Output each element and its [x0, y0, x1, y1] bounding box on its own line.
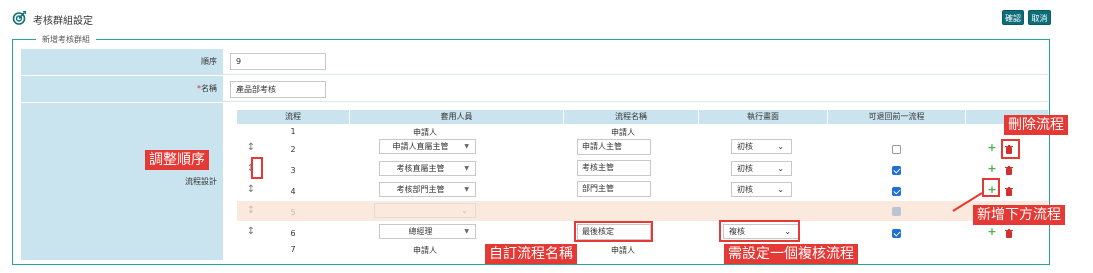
plus-icon[interactable]: +	[987, 225, 997, 238]
caret-down-icon: ▼	[464, 186, 469, 193]
return-checkbox[interactable]	[892, 187, 901, 196]
name-highlight-box	[574, 221, 653, 242]
drag-highlight-box	[251, 157, 263, 179]
person-text: 申請人	[413, 128, 437, 137]
th-person: 套用人員	[350, 110, 563, 124]
person-select: ⌄	[374, 203, 476, 218]
caret-down-icon: ▼	[464, 165, 469, 172]
flow-name-input[interactable]: 申請人主管	[577, 139, 651, 155]
person-select[interactable]: 總經理 ▼	[379, 224, 476, 239]
screen-select[interactable]: 初核 ⌄	[731, 182, 792, 197]
annotation-review: 需設定一個複核流程	[724, 244, 858, 264]
step-no: 4	[290, 187, 296, 196]
cancel-button[interactable]: 取消	[1028, 10, 1051, 25]
flow-name-text: 申請人	[611, 246, 635, 255]
return-checkbox[interactable]	[892, 229, 901, 238]
trash-icon[interactable]	[1005, 229, 1013, 238]
plus-icon[interactable]: +	[987, 162, 997, 175]
step-no: 6	[290, 229, 296, 238]
chevron-down-icon: ⌄	[777, 142, 784, 151]
person-select[interactable]: 考核部門主管 ▼	[379, 182, 476, 197]
person-text: 申請人	[413, 246, 437, 255]
annotation-add: 新增下方流程	[973, 205, 1065, 225]
caret-down-icon: ▼	[464, 228, 469, 235]
page: { "header": { "title": "考核群組設定", "confir…	[0, 0, 1093, 273]
step-no: 1	[290, 127, 296, 136]
return-checkbox[interactable]	[892, 145, 901, 154]
screen-select[interactable]: 初核 ⌄	[731, 161, 792, 176]
review-highlight-box	[719, 220, 800, 242]
th-name: 流程名稱	[564, 110, 698, 124]
drag-handle-icon[interactable]: ↕	[245, 184, 257, 195]
confirm-button[interactable]: 確認	[1002, 10, 1024, 25]
disabled-row	[237, 201, 1048, 221]
drag-handle-icon[interactable]: ↕	[245, 142, 257, 153]
trash-icon[interactable]	[1005, 187, 1013, 196]
flow-label: 流程設計	[21, 103, 223, 260]
step-no: 3	[290, 166, 296, 175]
step-no: 2	[290, 145, 296, 154]
drag-handle-icon[interactable]: ↕	[245, 226, 257, 237]
drag-handle-icon: ↕	[246, 205, 256, 216]
flow-name-input[interactable]: 部門主管	[577, 181, 651, 197]
screen-select[interactable]: 初核 ⌄	[731, 139, 792, 154]
annotation-custom-name: 自訂流程名稱	[485, 244, 577, 264]
return-checkbox[interactable]	[892, 166, 901, 175]
order-label: 順序	[21, 49, 223, 75]
step-no: 7	[290, 245, 296, 254]
name-input[interactable]: 產品部考核	[230, 81, 326, 98]
annotation-order: 調整順序	[145, 150, 209, 170]
flow-name-text: 申請人	[611, 128, 635, 137]
step-no: 5	[290, 208, 296, 217]
name-label: *名稱	[21, 76, 223, 102]
name-cell	[223, 76, 1048, 102]
person-select[interactable]: 申請人直屬主管 ▼	[379, 139, 476, 154]
return-checkbox	[892, 207, 901, 216]
chevron-down-icon: ⌄	[777, 164, 784, 173]
chevron-down-icon: ⌄	[777, 185, 784, 194]
plus-icon[interactable]: +	[987, 141, 997, 154]
group-legend: 新增考核群組	[36, 34, 96, 45]
th-screen: 執行畫面	[699, 110, 827, 124]
th-return: 可退回前一流程	[828, 110, 965, 124]
th-step: 流程	[237, 110, 349, 124]
chevron-down-icon: ⌄	[461, 206, 468, 215]
order-input[interactable]: 9	[230, 53, 326, 70]
delete-highlight-box	[1001, 139, 1020, 159]
annotation-delete: 刪除流程	[1004, 115, 1068, 135]
page-title: 考核群組設定	[33, 16, 93, 27]
trash-icon[interactable]	[1005, 166, 1013, 175]
caret-down-icon: ▼	[464, 143, 469, 150]
order-cell	[223, 49, 1048, 75]
target-icon	[12, 11, 26, 25]
flow-name-input[interactable]: 考核主管	[577, 160, 651, 176]
person-select[interactable]: 考核直屬主管 ▼	[379, 161, 476, 176]
